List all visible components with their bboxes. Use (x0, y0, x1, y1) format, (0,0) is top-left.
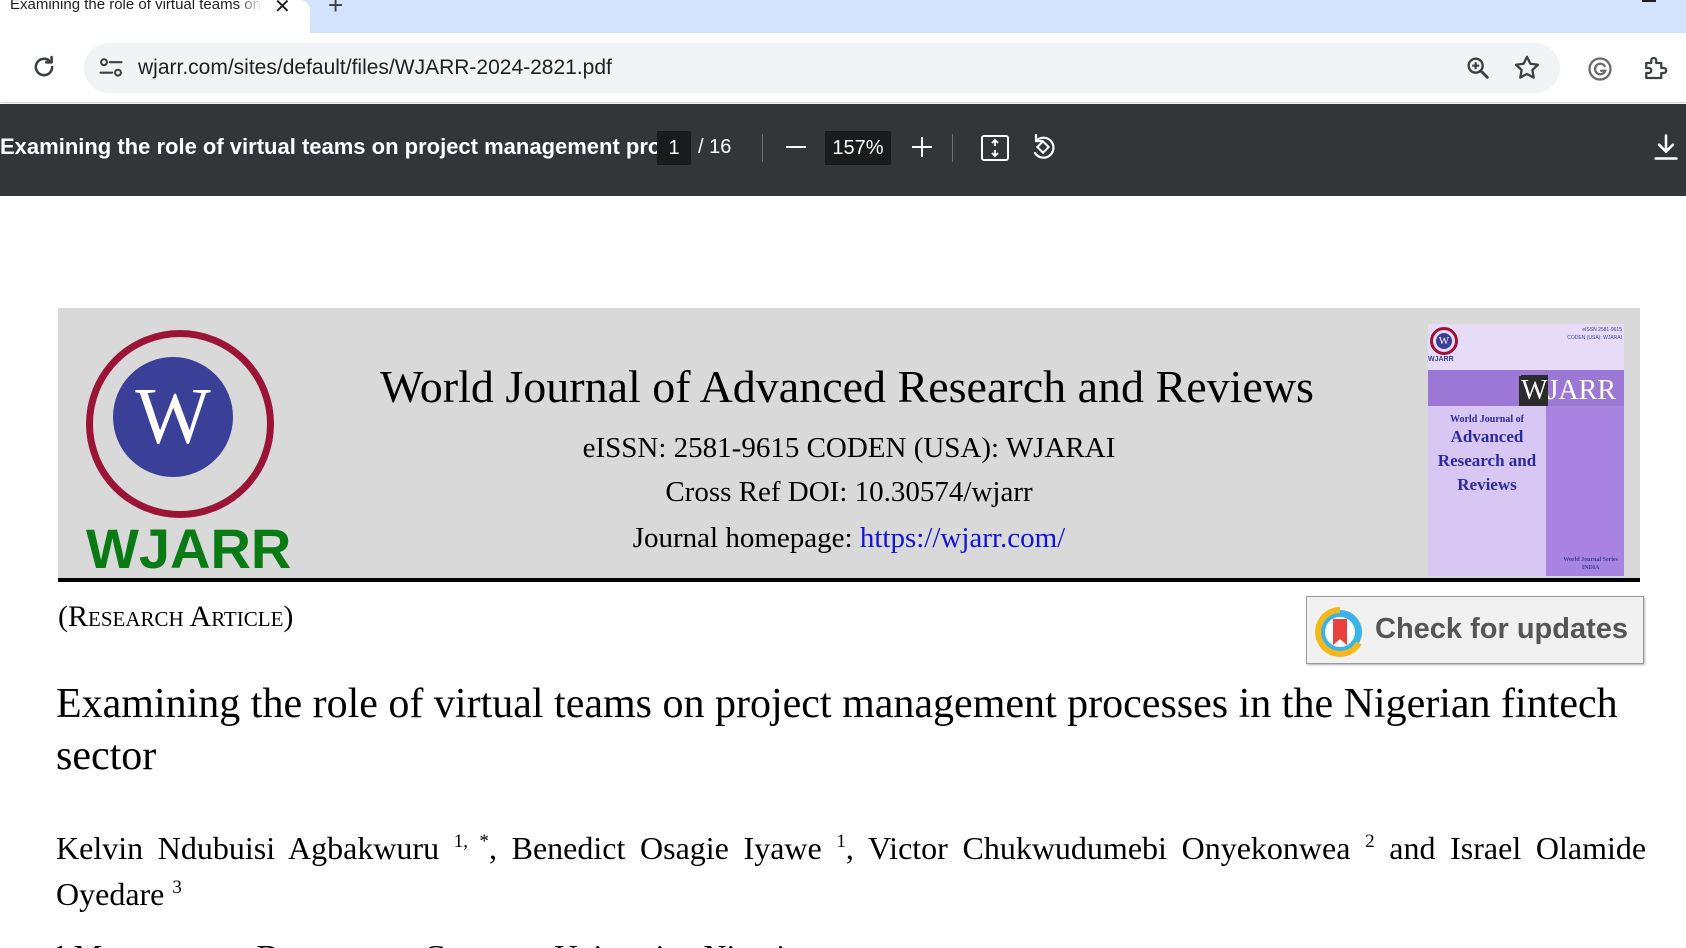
new-tab-button[interactable]: + (328, 0, 343, 21)
author-name: Benedict Osagie Iyawe (511, 830, 822, 866)
url-text[interactable]: wjarr.com/sites/default/files/WJARR-2024… (138, 56, 612, 80)
rotate-icon[interactable] (1028, 132, 1058, 162)
cover-journal-name: World Journal of Advanced Research and R… (1437, 414, 1537, 494)
cover-brand-rest: JARR (1547, 375, 1616, 406)
download-icon[interactable] (1652, 132, 1680, 162)
cover-logo (1430, 327, 1458, 355)
author-affiliation-marker: 1, * (453, 831, 489, 852)
cover-footer: World Journal Series INDIA (1563, 557, 1618, 571)
extensions-puzzle-icon[interactable] (1640, 53, 1670, 83)
author-affiliation-marker: 1 (836, 831, 846, 852)
author-affiliation-marker: 2 (1365, 831, 1375, 852)
author-list: Kelvin Ndubuisi Agbakwuru 1, *, Benedict… (56, 830, 1647, 912)
close-tab-icon[interactable]: ✕ (274, 0, 291, 19)
author-name: Victor Chukwudumebi Onyekonwea (867, 830, 1351, 866)
site-info-icon[interactable] (96, 54, 126, 82)
article-type-label: (Research Article) (58, 600, 294, 633)
zoom-in-icon[interactable] (911, 136, 933, 158)
page-count: / 16 (698, 136, 732, 158)
affiliation-line-partial: ¹ Management, Department, Covenant Unive… (56, 938, 799, 948)
pdf-viewer-toolbar: Examining the role of virtual teams on p… (0, 104, 1686, 196)
fit-to-page-icon[interactable] (980, 134, 1010, 162)
journal-header-banner: W WJARR World Journal of Advanced Resear… (58, 308, 1640, 582)
cover-brand-first: W (1521, 375, 1548, 406)
pdf-document-title: Examining the role of virtual teams on p… (0, 134, 680, 159)
author-name: Kelvin Ndubuisi Agbakwuru (56, 830, 440, 866)
grammarly-extension-icon[interactable] (1586, 55, 1614, 83)
bookmark-star-icon[interactable] (1512, 53, 1542, 83)
browser-tab-active[interactable]: Examining the role of virtual teams on p… (0, 0, 310, 33)
cover-logo-word: WJARR (1428, 356, 1454, 363)
author-affiliation-marker: 3 (172, 877, 182, 898)
journal-issn: eISSN: 2581-9615 CODEN (USA): WJARAI (582, 432, 1116, 464)
homepage-label: Journal homepage: (632, 522, 860, 554)
zoom-level-input[interactable]: 157% (825, 131, 891, 165)
address-bar[interactable]: wjarr.com/sites/default/files/WJARR-2024… (84, 43, 1560, 93)
tab-strip: Examining the role of virtual teams on p… (0, 0, 1686, 33)
check-for-updates-label: Check for updates (1375, 613, 1628, 645)
cover-brand: WJARR (1519, 375, 1616, 406)
homepage-link[interactable]: https://wjarr.com/ (860, 522, 1065, 554)
journal-cover-thumbnail: WJARR eISSN 2581-9615 CODEN (USA): WJARA… (1428, 324, 1624, 576)
pdf-page: W WJARR World Journal of Advanced Resear… (0, 196, 1686, 948)
cover-issn: eISSN 2581-9615 CODEN (USA): WJARAI (1567, 327, 1622, 341)
crossmark-icon (1315, 607, 1362, 657)
journal-title: World Journal of Advanced Research and R… (380, 361, 1314, 412)
check-for-updates-button[interactable]: Check for updates (1306, 596, 1644, 664)
toolbar-divider (762, 134, 763, 162)
cover-stripe (1546, 406, 1624, 576)
zoom-out-icon[interactable] (786, 146, 806, 148)
toolbar-divider (952, 134, 953, 162)
minimize-window-icon[interactable] (1642, 0, 1656, 2)
page-number-input[interactable]: 1 (657, 131, 691, 165)
browser-toolbar: wjarr.com/sites/default/files/WJARR-2024… (0, 33, 1686, 103)
paper-title: Examining the role of virtual teams on p… (56, 681, 1618, 779)
zoom-magnifier-icon[interactable] (1464, 54, 1492, 82)
reload-icon[interactable] (30, 53, 58, 81)
tab-title: Examining the role of virtual teams on p… (10, 0, 262, 13)
journal-homepage: Journal homepage: https://wjarr.com/ (58, 522, 1640, 555)
journal-doi: Cross Ref DOI: 10.30574/wjarr (665, 476, 1033, 508)
